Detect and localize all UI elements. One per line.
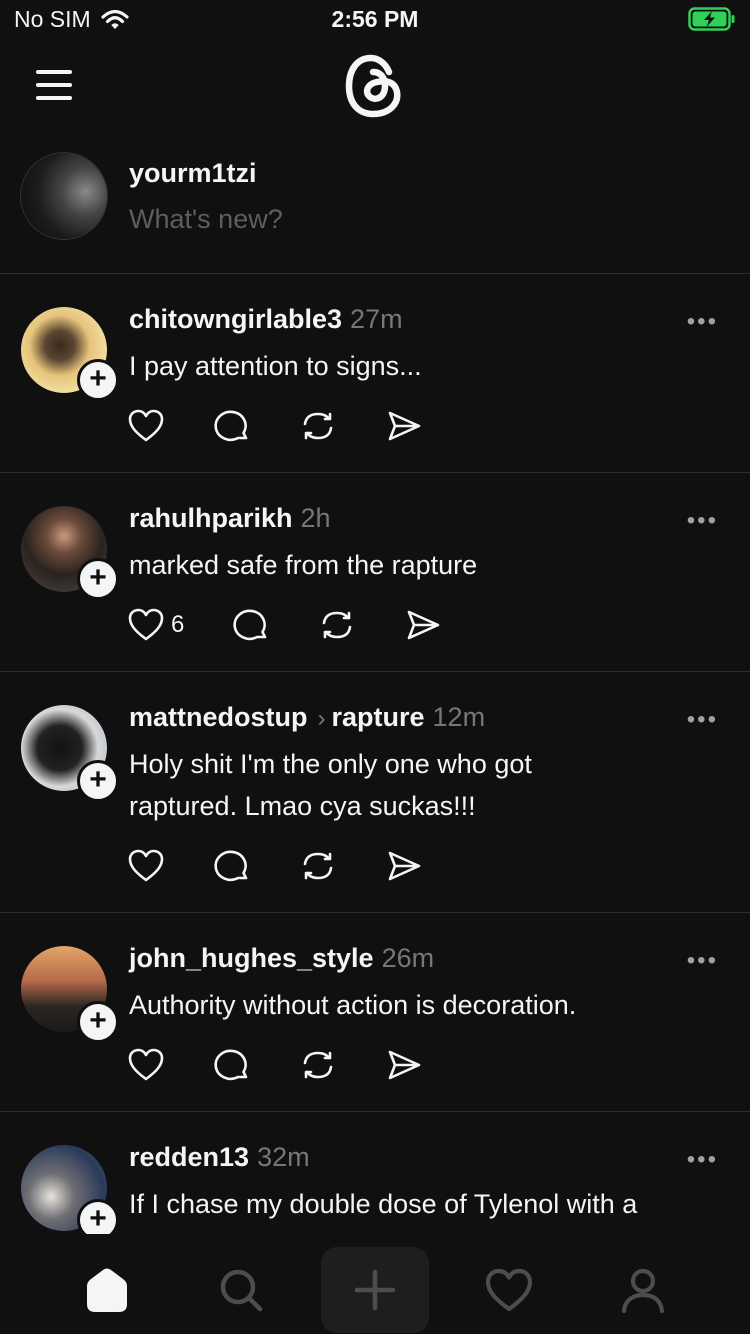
post: + rahulhparikh 2h ••• marked safe from th… [0, 473, 750, 672]
comment-icon [233, 609, 267, 641]
repost-icon [303, 1051, 333, 1079]
composer: yourm1tzi What's new? [0, 140, 750, 274]
like-button[interactable] [127, 848, 165, 884]
post-actions [127, 408, 471, 444]
clock: 2:56 PM [331, 6, 419, 32]
post-text: Holy shit I'm the only one who got raptu… [129, 749, 532, 821]
tab-home[interactable] [53, 1247, 161, 1333]
more-icon[interactable]: ••• [687, 308, 718, 336]
person-icon [621, 1268, 665, 1314]
post-header: mattnedostup › rapture 12m [129, 702, 485, 733]
follow-button[interactable]: + [77, 760, 119, 802]
send-icon [388, 411, 421, 441]
repost-button[interactable] [318, 607, 356, 643]
reply-button[interactable] [213, 1047, 251, 1083]
tab-search[interactable] [187, 1247, 295, 1333]
heart-icon [128, 849, 164, 882]
like-button[interactable]: 6 [127, 607, 184, 643]
repost-icon [323, 611, 352, 639]
avatar[interactable] [21, 153, 107, 239]
post-actions [127, 848, 471, 884]
chevron-right-icon: › [317, 705, 326, 732]
tab-profile[interactable] [589, 1247, 697, 1333]
post-header: redden13 32m [129, 1142, 310, 1173]
post-text: Authority without action is decoration. [129, 990, 577, 1020]
post-username[interactable]: john_hughes_style [129, 943, 374, 973]
repost-button[interactable] [299, 848, 337, 884]
send-icon [408, 610, 440, 640]
heart-icon [128, 409, 164, 442]
repost-button[interactable] [299, 1047, 337, 1083]
hamburger-line [36, 83, 72, 87]
like-button[interactable] [127, 408, 165, 444]
post-actions [127, 1047, 471, 1083]
post-text: marked safe from the rapture [129, 550, 478, 580]
heart-icon [128, 1048, 164, 1081]
comment-icon [214, 1049, 248, 1081]
threads-logo[interactable] [343, 52, 407, 120]
share-button[interactable] [385, 1047, 423, 1083]
reply-button[interactable] [232, 607, 270, 643]
composer-username: yourm1tzi [129, 158, 257, 188]
hamburger-line [36, 96, 72, 100]
menu-button[interactable] [36, 70, 76, 100]
post-time: 27m [350, 304, 403, 334]
post-topic[interactable]: rapture [332, 702, 425, 732]
share-button[interactable] [385, 408, 423, 444]
post-time: 26m [381, 943, 435, 973]
follow-button[interactable]: + [77, 558, 119, 600]
post-header: john_hughes_style 26m [129, 943, 434, 974]
post-time: 12m [432, 702, 486, 732]
post-actions: 6 [127, 607, 490, 643]
heart-icon [485, 1268, 533, 1312]
like-count: 6 [171, 611, 185, 638]
reply-button[interactable] [213, 848, 251, 884]
post: + chitowngirlable3 27m ••• I pay attentio… [0, 274, 750, 473]
post-username[interactable]: mattnedostup [129, 702, 308, 732]
new-thread-input[interactable]: What's new? [129, 204, 283, 235]
more-icon[interactable]: ••• [687, 507, 718, 535]
repost-icon [303, 412, 333, 440]
plus-icon [354, 1269, 396, 1311]
post-text: If I chase my double dose of Tylenol wit… [129, 1189, 638, 1219]
tab-new-thread[interactable] [321, 1247, 429, 1333]
repost-button[interactable] [299, 408, 337, 444]
more-icon[interactable]: ••• [687, 947, 718, 975]
share-button[interactable] [385, 848, 423, 884]
follow-button[interactable]: + [77, 1001, 119, 1043]
post: + mattnedostup › rapture 12m ••• Holy shit … [0, 672, 750, 913]
send-icon [388, 851, 421, 881]
follow-button[interactable]: + [77, 359, 119, 401]
more-icon[interactable]: ••• [687, 1146, 718, 1174]
post-text: I pay attention to signs... [129, 351, 422, 381]
hamburger-icon [36, 70, 72, 74]
heart-icon [128, 608, 164, 641]
comment-icon [214, 850, 248, 882]
post-header: chitowngirlable3 27m [129, 304, 403, 335]
more-icon[interactable]: ••• [687, 706, 718, 734]
home-icon [87, 1268, 127, 1312]
post-username[interactable]: redden13 [129, 1142, 249, 1172]
tab-bar [0, 1234, 750, 1334]
post-time: 32m [257, 1142, 310, 1172]
top-bar [0, 40, 750, 140]
tab-activity[interactable] [455, 1247, 563, 1333]
status-bar: No SIM 2:56 PM [0, 0, 750, 40]
search-icon [220, 1269, 263, 1312]
send-icon [388, 1050, 421, 1080]
repost-icon [303, 852, 333, 880]
post-header: rahulhparikh 2h [129, 503, 331, 534]
like-button[interactable] [127, 1047, 165, 1083]
battery-icon [688, 7, 736, 36]
post-username[interactable]: chitowngirlable3 [129, 304, 342, 334]
reply-button[interactable] [213, 408, 251, 444]
comment-icon [214, 410, 248, 442]
post: + john_hughes_style 26m ••• Authority wit… [0, 913, 750, 1112]
post: + redden13 32m ••• If I chase my double d… [0, 1112, 750, 1240]
post-time: 2h [300, 503, 331, 533]
share-button[interactable] [404, 607, 442, 643]
post-username[interactable]: rahulhparikh [129, 503, 293, 533]
